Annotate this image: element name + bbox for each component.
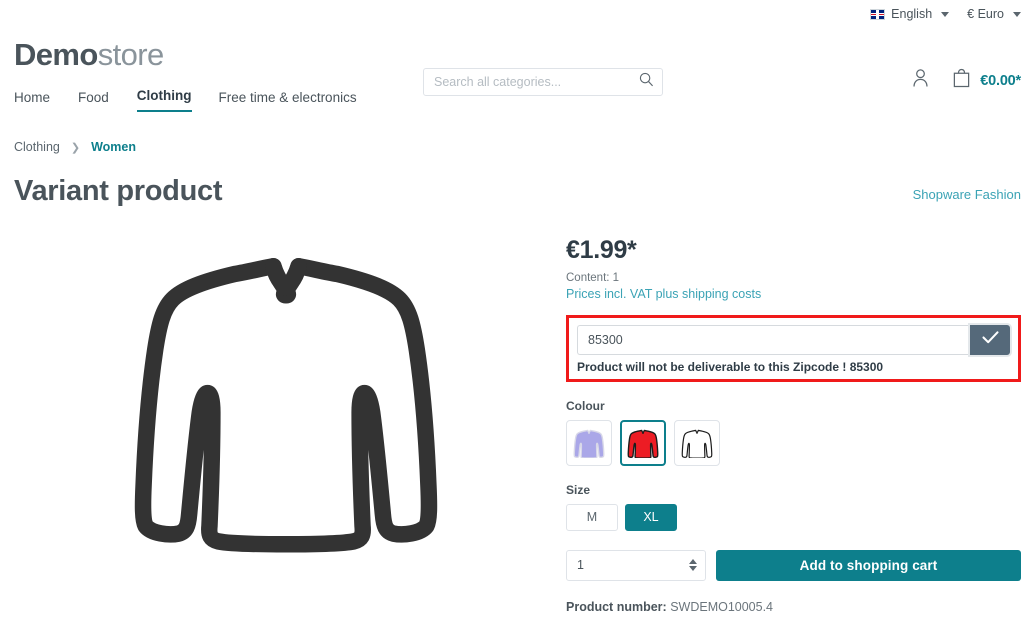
size-option-m[interactable]: M xyxy=(566,503,618,531)
logo-bold-part: Demo xyxy=(14,36,98,72)
zipcode-check-highlight: Product will not be deliverable to this … xyxy=(566,314,1021,382)
manufacturer-link[interactable]: Shopware Fashion xyxy=(913,187,1021,208)
product-gallery xyxy=(14,238,558,614)
top-utility-bar: English € Euro xyxy=(0,0,1035,28)
size-label: Size xyxy=(566,482,591,497)
colour-swatch-purple[interactable] xyxy=(566,419,612,466)
product-content: Content: 1 xyxy=(566,271,620,284)
zipcode-input[interactable] xyxy=(577,324,970,355)
nav-item-home[interactable]: Home xyxy=(14,90,68,112)
chevron-right-icon: ❯ xyxy=(70,141,81,154)
quantity-input[interactable] xyxy=(575,557,689,574)
check-icon xyxy=(981,330,1000,350)
account-icon[interactable] xyxy=(911,68,930,93)
language-selector[interactable]: English xyxy=(870,7,950,21)
quantity-stepper[interactable] xyxy=(566,549,706,581)
breadcrumb: Clothing ❯ Women xyxy=(0,112,1035,154)
option-group-size: Size M XL xyxy=(566,483,1021,531)
language-label: English xyxy=(891,7,933,21)
product-buy-box: €1.99* Content: 1 Prices incl. VAT plus … xyxy=(558,235,1021,614)
cart-total: €0.00* xyxy=(980,72,1021,89)
site-header: Demostore Search all categories... €0.00… xyxy=(0,28,1035,96)
colour-swatch-red[interactable] xyxy=(620,419,666,466)
tax-shipping-info-link[interactable]: Prices incl. VAT plus shipping costs xyxy=(566,287,1021,301)
colour-swatches xyxy=(566,419,1021,466)
shopping-bag-icon xyxy=(952,68,971,93)
nav-item-food[interactable]: Food xyxy=(78,90,127,112)
product-title-row: Variant product Shopware Fashion xyxy=(0,154,1035,208)
logo-light-part: store xyxy=(97,36,165,72)
size-option-xl[interactable]: XL xyxy=(625,503,677,531)
quantity-spinner-icon[interactable] xyxy=(689,559,697,572)
product-number-value: SWDEMO10005.4 xyxy=(670,599,774,614)
add-to-cart-button[interactable]: Add to shopping cart xyxy=(716,549,1021,581)
zipcode-submit-button[interactable] xyxy=(970,324,1010,355)
breadcrumb-item-women[interactable]: Women xyxy=(91,140,136,154)
nav-item-clothing[interactable]: Clothing xyxy=(136,88,192,112)
site-logo[interactable]: Demostore xyxy=(14,39,164,70)
colour-swatch-white[interactable] xyxy=(674,419,720,466)
product-image-shirt[interactable] xyxy=(126,243,446,558)
header-actions: €0.00* xyxy=(911,68,1021,93)
product-price: €1.99* xyxy=(566,235,637,264)
search-box[interactable] xyxy=(423,68,663,96)
currency-label: € Euro xyxy=(967,7,1004,21)
buy-row: Add to shopping cart xyxy=(566,549,1021,581)
zipcode-error-message: Product will not be deliverable to this … xyxy=(577,359,884,374)
nav-item-free-time-electronics[interactable]: Free time & electronics xyxy=(219,90,375,112)
product-number: Product number: SWDEMO10005.4 xyxy=(566,600,1021,614)
spinner-up-icon[interactable] xyxy=(689,559,697,565)
currency-selector[interactable]: € Euro xyxy=(967,7,1021,21)
chevron-down-icon xyxy=(941,11,950,17)
breadcrumb-item-clothing[interactable]: Clothing xyxy=(14,140,60,154)
spinner-down-icon[interactable] xyxy=(689,566,697,572)
product-detail-main: €1.99* Content: 1 Prices incl. VAT plus … xyxy=(0,208,1035,614)
option-group-colour: Colour xyxy=(566,399,1021,466)
search-input[interactable] xyxy=(432,74,639,90)
search-icon[interactable] xyxy=(639,72,654,92)
size-options: M XL xyxy=(566,503,1021,531)
uk-flag-icon xyxy=(870,8,886,20)
product-number-label: Product number: xyxy=(566,599,667,614)
chevron-down-icon xyxy=(1013,11,1021,17)
colour-label: Colour xyxy=(566,398,605,413)
page-title: Variant product xyxy=(14,175,223,207)
search-container xyxy=(423,68,663,96)
zipcode-check-row xyxy=(577,324,1010,355)
cart-link[interactable]: €0.00* xyxy=(952,68,1021,93)
